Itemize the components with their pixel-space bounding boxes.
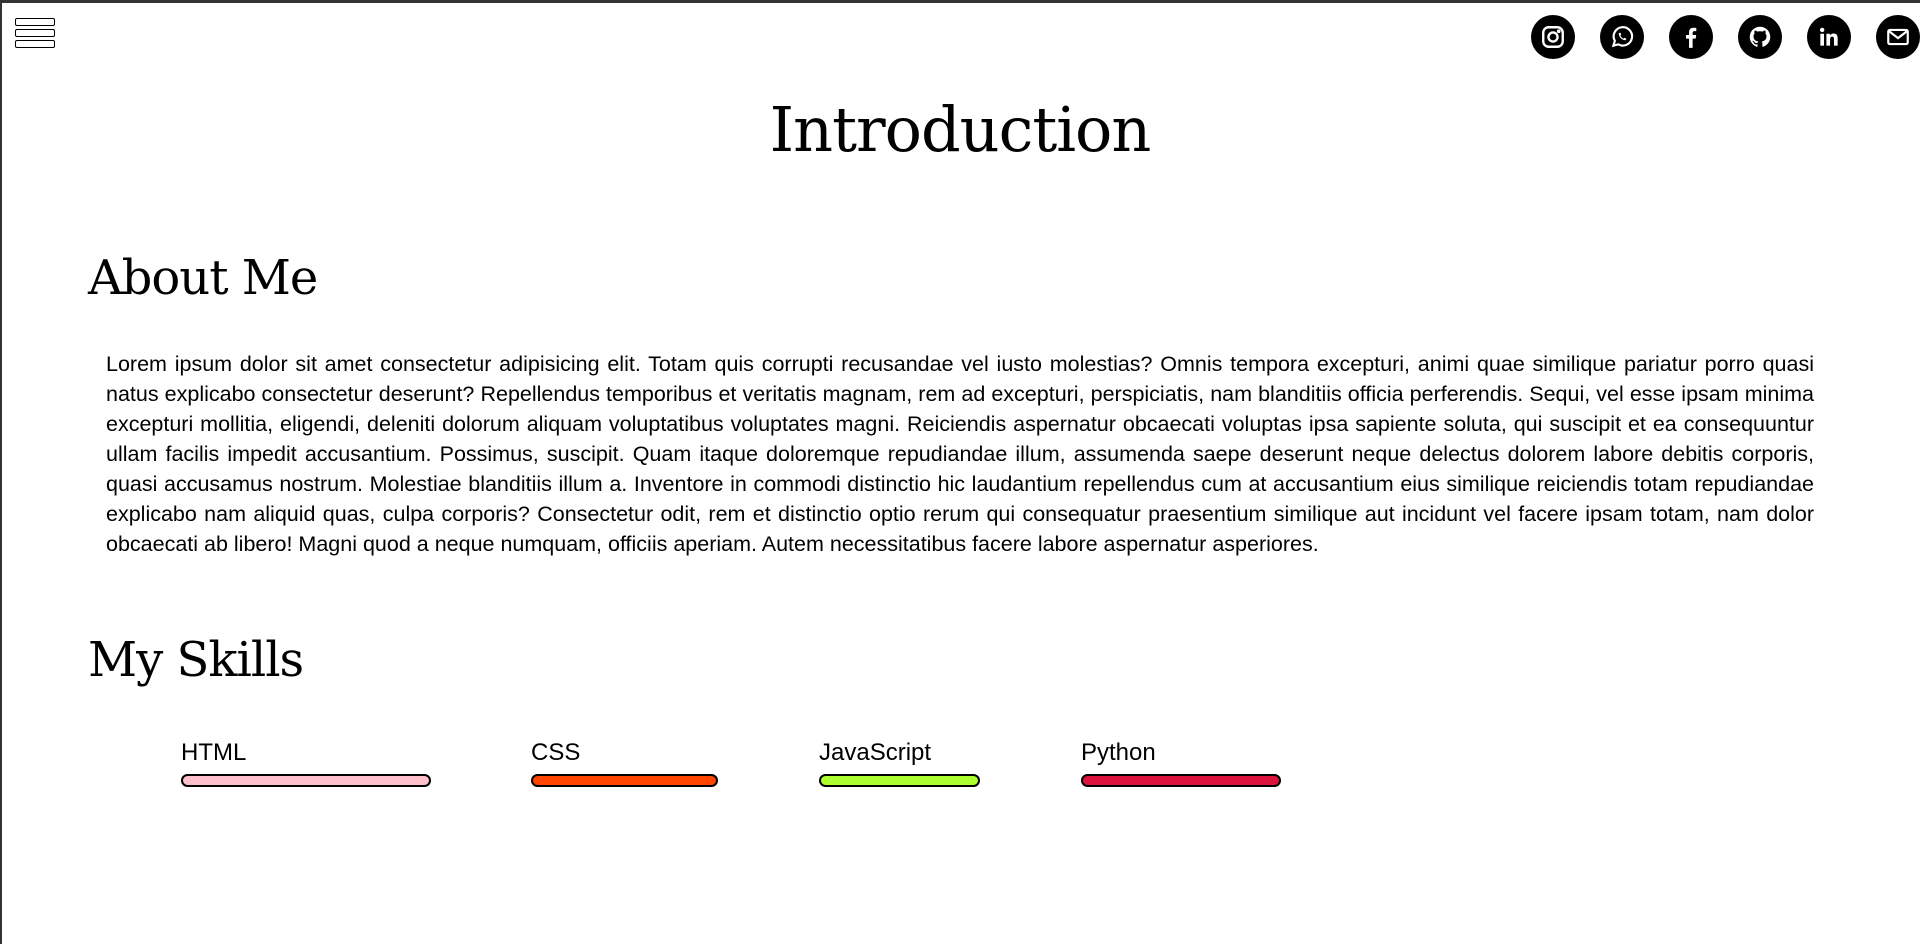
skill-label: Python [1081, 739, 1156, 766]
menu-line-icon [15, 29, 55, 37]
skill-label: CSS [531, 739, 581, 766]
about-heading: About Me [88, 250, 318, 306]
linkedin-icon[interactable] [1807, 15, 1851, 59]
github-icon[interactable] [1738, 15, 1782, 59]
mail-icon[interactable] [1876, 15, 1920, 59]
facebook-icon[interactable] [1669, 15, 1713, 59]
social-links [1531, 15, 1920, 59]
skill-bar [819, 774, 980, 787]
skills-heading: My Skills [88, 632, 304, 688]
hamburger-menu-icon[interactable] [15, 18, 55, 52]
skill-html: HTML [181, 738, 431, 787]
top-border [0, 0, 1920, 3]
about-paragraph: Lorem ipsum dolor sit amet consectetur a… [106, 352, 1814, 556]
instagram-icon[interactable] [1531, 15, 1575, 59]
menu-line-icon [15, 40, 55, 48]
skill-python: Python [1081, 738, 1281, 787]
skill-css: CSS [531, 738, 718, 787]
skill-bar [531, 774, 718, 787]
page-title: Introduction [769, 93, 1152, 166]
skill-javascript: JavaScript [819, 738, 980, 787]
whatsapp-icon[interactable] [1600, 15, 1644, 59]
skill-bar [181, 774, 431, 787]
skill-label: JavaScript [819, 739, 932, 766]
skill-bar [1081, 774, 1281, 787]
menu-line-icon [15, 18, 55, 26]
skill-label: HTML [181, 739, 247, 766]
